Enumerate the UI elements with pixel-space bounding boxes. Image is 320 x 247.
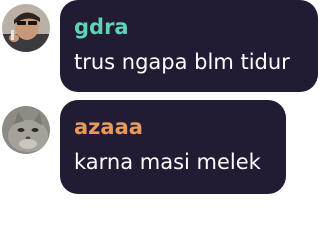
chat-message: azaaa karna masi melek <box>0 100 320 200</box>
username[interactable]: azaaa <box>74 114 272 140</box>
message-bubble: azaaa karna masi melek <box>60 100 286 194</box>
chat-message: gdra trus ngapa blm tidur <box>0 0 320 100</box>
message-text: karna masi melek <box>74 150 261 174</box>
cat-avatar-icon <box>2 106 50 154</box>
person-avatar-icon <box>2 4 50 52</box>
username[interactable]: gdra <box>74 14 304 40</box>
message-text: trus ngapa blm tidur <box>74 50 290 74</box>
avatar[interactable] <box>2 4 50 52</box>
message-bubble: gdra trus ngapa blm tidur <box>60 0 318 92</box>
avatar[interactable] <box>2 106 50 154</box>
